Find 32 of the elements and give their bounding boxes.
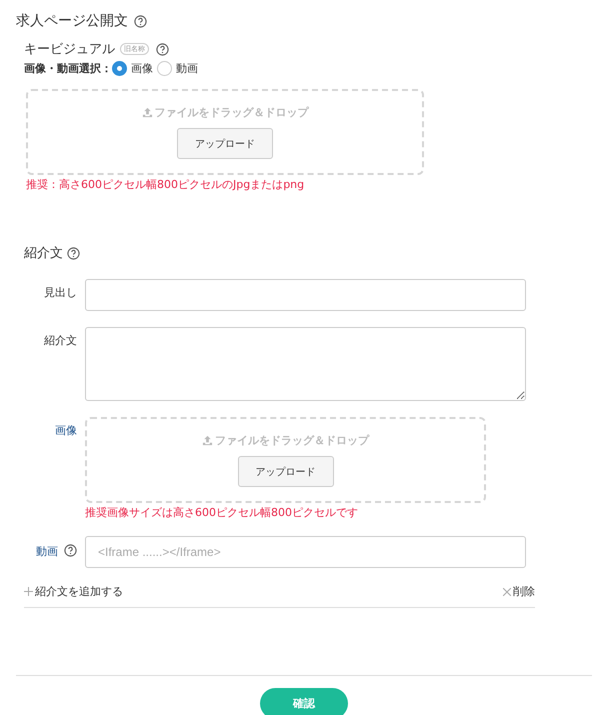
help-icon[interactable] [67,246,80,260]
radio-button[interactable] [157,61,172,76]
help-icon[interactable] [64,544,77,557]
file-dropzone[interactable]: ファイルをドラッグ＆ドロップ アップロード [26,89,424,175]
upload-icon [202,435,213,446]
help-icon[interactable] [156,42,169,56]
recommendation-note: 推奨：高さ600ピクセル幅800ピクセルのJpgまたはpng [26,177,306,192]
delete-link[interactable]: 削除 [503,584,535,599]
section-title: 求人ページ公開文 [16,12,128,30]
plus-icon [24,587,33,596]
field-label: 動画 [36,544,58,559]
dropzone-prompt: ファイルをドラッグ＆ドロップ [154,105,308,120]
upload-button[interactable]: アップロード [177,128,273,159]
radio-label: 画像 [131,61,153,76]
upload-button[interactable]: アップロード [238,456,334,487]
upload-icon [142,107,152,118]
recommendation-note: 推奨画像サイズは高さ600ピクセル幅800ピクセルです [85,505,359,520]
add-intro-link[interactable]: 紹介文を追加する [24,584,123,599]
file-dropzone[interactable]: ファイルをドラッグ＆ドロップ アップロード [85,417,486,503]
key-visual-label: キービジュアル [24,41,115,58]
field-label: 見出し [44,285,77,300]
dropzone-prompt: ファイルをドラッグ＆ドロップ [215,433,369,448]
field-label: 紹介文 [44,333,77,348]
close-icon [503,588,511,596]
radio-label: 動画 [176,61,198,76]
media-select-label: 画像・動画選択： [24,61,112,76]
text-field[interactable] [85,279,526,311]
radio-button[interactable] [112,61,127,76]
field-label: 画像 [55,423,77,438]
help-icon[interactable] [134,14,147,28]
text-field[interactable]: <Iframe ......></Iframe> [85,536,526,568]
intro-title: 紹介文 [24,245,63,262]
